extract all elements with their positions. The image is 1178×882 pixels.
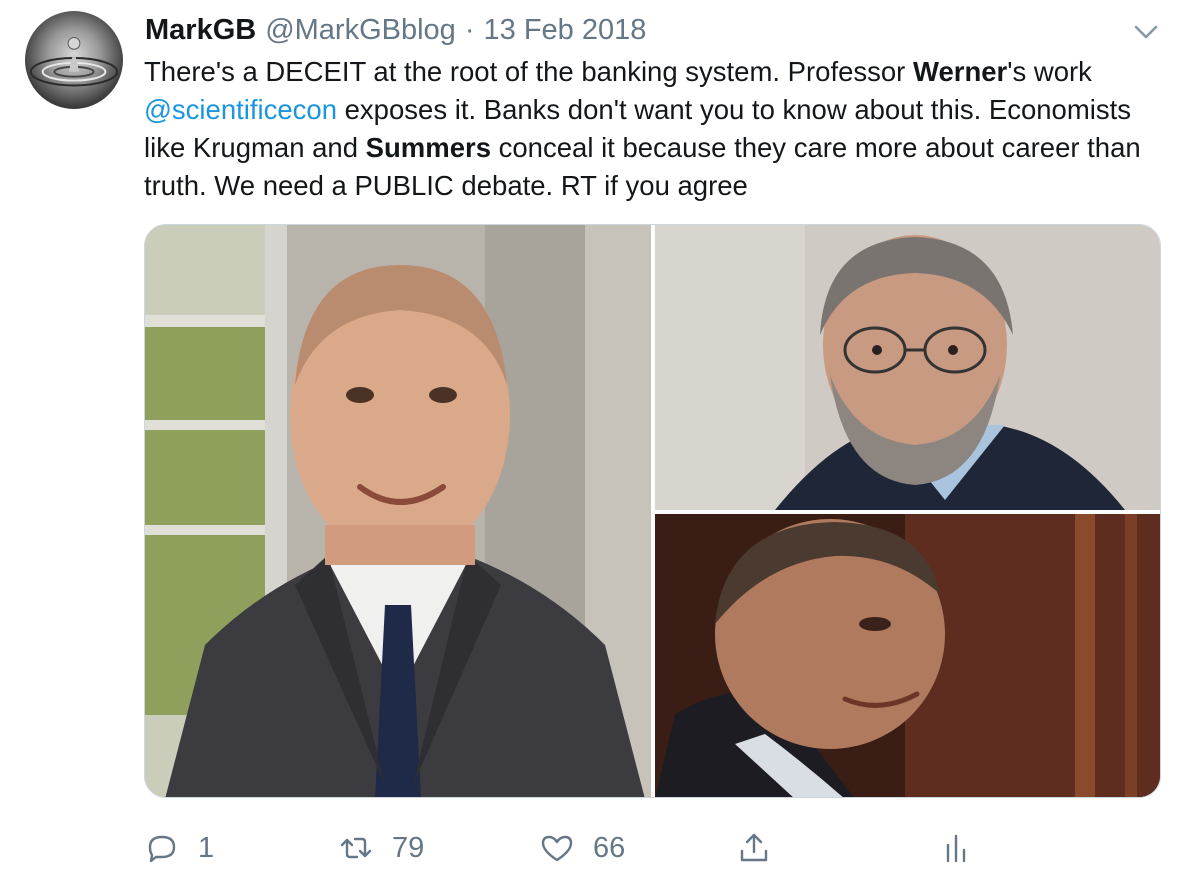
photo-bearded-man-glasses: [655, 225, 1160, 510]
media-photo-top-right[interactable]: [655, 225, 1160, 510]
like-count: 66: [593, 832, 626, 864]
like-icon: [541, 835, 573, 862]
display-name[interactable]: MarkGB: [145, 12, 256, 48]
tweet-header: MarkGB @MarkGBblog · 13 Feb 2018: [145, 12, 646, 48]
media-photo-left[interactable]: [145, 225, 651, 797]
tweet-text-part: There's a DECEIT at the root of the bank…: [144, 56, 913, 87]
tweet-actions: 1 79 66: [144, 826, 974, 870]
reply-button[interactable]: 1: [144, 826, 214, 870]
tweet-media-grid: [144, 224, 1161, 798]
media-photo-bottom-right[interactable]: [655, 514, 1160, 797]
analytics-icon: [946, 834, 966, 863]
reply-icon: [148, 835, 176, 863]
more-options-button[interactable]: [1130, 20, 1162, 44]
tweet-date[interactable]: 13 Feb 2018: [484, 12, 647, 48]
mention-link[interactable]: @scientificecon: [144, 94, 337, 125]
avatar[interactable]: [25, 11, 123, 109]
retweet-icon: [340, 837, 372, 859]
share-button[interactable]: [736, 826, 772, 870]
header-separator: ·: [464, 14, 475, 46]
tweet-text: There's a DECEIT at the root of the bank…: [144, 53, 1174, 205]
retweet-count: 79: [392, 832, 425, 864]
photo-older-man: [655, 514, 1160, 797]
chevron-down-icon: [1134, 25, 1158, 39]
analytics-button[interactable]: [938, 826, 974, 870]
share-icon: [740, 833, 768, 862]
tweet-text-bold-werner: Werner: [912, 56, 1008, 87]
avatar-water-drop-image: [29, 36, 119, 87]
reply-count: 1: [198, 832, 215, 864]
photo-man-in-suit: [145, 225, 651, 797]
retweet-button[interactable]: 79: [338, 826, 424, 870]
tweet-text-bold-summers: Summers: [365, 132, 491, 163]
tweet-text-part: 's work: [1007, 56, 1092, 87]
like-button[interactable]: 66: [539, 826, 625, 870]
user-handle[interactable]: @MarkGBblog: [265, 12, 456, 48]
